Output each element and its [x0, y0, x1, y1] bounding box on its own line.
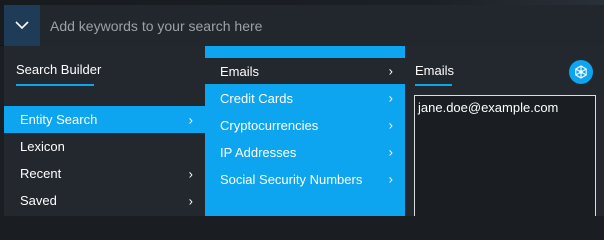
detail-title-underline	[415, 84, 452, 86]
search-dropdown-button[interactable]	[4, 5, 40, 46]
builder-item-recent[interactable]: Recent ›	[4, 160, 205, 187]
network-settings-button[interactable]	[569, 60, 593, 84]
search-builder-panel: Search Builder Entity Search › Lexicon R…	[4, 46, 604, 216]
detail-title: Emails	[415, 63, 455, 78]
entity-item-label: IP Addresses	[220, 144, 297, 160]
entity-item-label: Cryptocurrencies	[220, 117, 319, 133]
builder-title-underline	[16, 84, 94, 86]
entity-item-label: Social Security Numbers	[220, 171, 363, 187]
chevron-right-icon: ›	[388, 171, 393, 187]
builder-column: Search Builder Entity Search › Lexicon R…	[4, 46, 205, 216]
entity-item-ip-addresses[interactable]: IP Addresses ›	[205, 139, 405, 165]
network-settings-icon	[575, 65, 587, 79]
entity-item-label: Emails	[220, 63, 260, 79]
chevron-right-icon: ›	[388, 63, 393, 79]
entity-item-credit-cards[interactable]: Credit Cards ›	[205, 85, 405, 111]
chevron-right-icon: ›	[188, 166, 193, 181]
chevron-right-icon: ›	[388, 90, 393, 106]
builder-item-label: Lexicon	[20, 139, 65, 154]
chevron-right-icon: ›	[188, 112, 193, 127]
entity-item-cryptocurrencies[interactable]: Cryptocurrencies ›	[205, 112, 405, 138]
builder-title: Search Builder	[16, 62, 102, 77]
builder-item-label: Saved	[20, 193, 57, 208]
entity-column: Emails › Credit Cards › Cryptocurrencies…	[205, 46, 405, 216]
entity-item-label: Credit Cards	[220, 90, 293, 106]
email-query-field[interactable]: jane.doe@example.com	[414, 95, 596, 216]
entity-item-emails[interactable]: Emails ›	[205, 58, 405, 84]
chevron-right-icon: ›	[188, 193, 193, 208]
builder-item-label: Entity Search	[20, 112, 98, 127]
builder-item-entity-search[interactable]: Entity Search ›	[4, 106, 205, 133]
detail-column: Emails jane.doe@example.com	[405, 46, 604, 216]
chevron-down-icon	[15, 21, 29, 30]
chevron-right-icon: ›	[388, 117, 393, 133]
builder-item-label: Recent	[20, 166, 62, 181]
search-bar	[0, 0, 604, 46]
entity-item-social-security-numbers[interactable]: Social Security Numbers ›	[205, 166, 405, 192]
search-input[interactable]	[40, 5, 604, 46]
chevron-right-icon: ›	[388, 144, 393, 160]
builder-item-saved[interactable]: Saved ›	[4, 187, 205, 214]
builder-item-lexicon[interactable]: Lexicon	[4, 133, 205, 160]
